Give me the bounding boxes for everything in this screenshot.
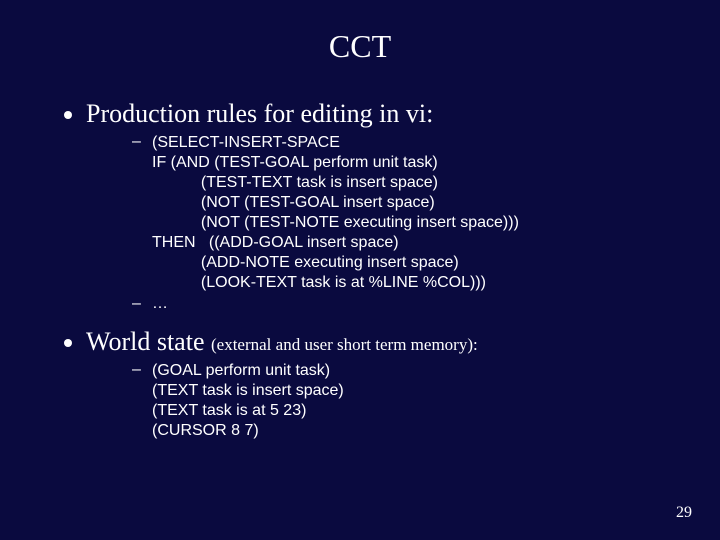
sub-bullet-rule: (SELECT-INSERT-SPACE IF (AND (TEST-GOAL … <box>132 133 680 293</box>
bullet-text-paren: (external and user short term memory): <box>211 335 478 354</box>
bullet-list: Production rules for editing in vi: (SEL… <box>60 99 680 441</box>
slide-content: Production rules for editing in vi: (SEL… <box>0 99 720 441</box>
sub-bullet-ellipsis: … <box>132 295 680 313</box>
sub-bullet-list: (SELECT-INSERT-SPACE IF (AND (TEST-GOAL … <box>86 133 680 313</box>
bullet-world-state: World state (external and user short ter… <box>86 327 680 441</box>
ellipsis-text: … <box>152 295 168 312</box>
bullet-production-rules: Production rules for editing in vi: (SEL… <box>86 99 680 313</box>
page-number: 29 <box>676 504 692 522</box>
bullet-text-main: World state <box>86 327 211 356</box>
code-block: (GOAL perform unit task) (TEXT task is i… <box>152 361 680 441</box>
sub-bullet-state: (GOAL perform unit task) (TEXT task is i… <box>132 361 680 441</box>
bullet-text: Production rules for editing in vi: <box>86 99 433 128</box>
code-block: (SELECT-INSERT-SPACE IF (AND (TEST-GOAL … <box>152 133 680 293</box>
sub-bullet-list: (GOAL perform unit task) (TEXT task is i… <box>86 361 680 441</box>
slide-title: CCT <box>0 0 720 85</box>
slide: CCT Production rules for editing in vi: … <box>0 0 720 540</box>
